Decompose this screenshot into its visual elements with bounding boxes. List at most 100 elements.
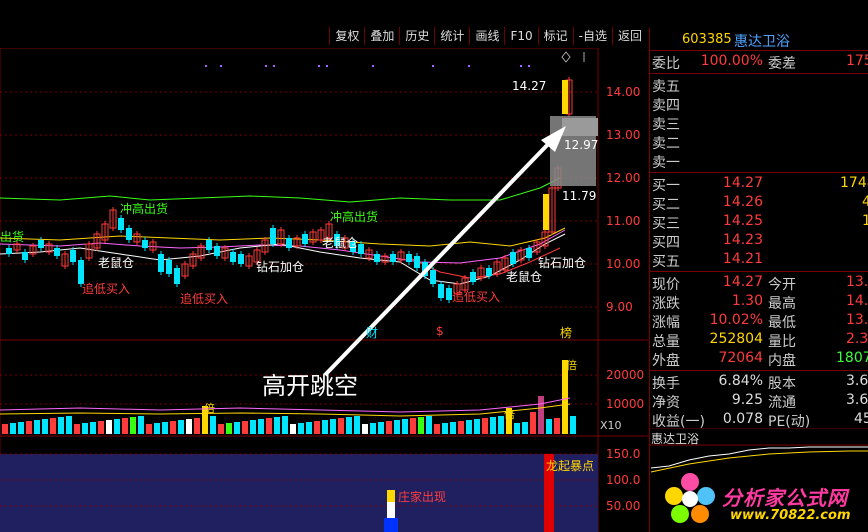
zhuidi-label-2: 追低买入: [180, 292, 229, 306]
zhuangjia-bar-white: [387, 502, 395, 518]
price-axis: 14.00 13.00 12.00 11.00 10.00 9.00: [606, 85, 640, 314]
jinkai-label: 今开: [768, 277, 796, 293]
candle-body-down: [406, 254, 412, 262]
buy-4-row: 买四 14.23: [650, 232, 868, 251]
candle-limit-up-1: [543, 194, 549, 230]
zhangfu-label: 涨幅: [652, 315, 680, 331]
volume-bar: [490, 417, 496, 434]
volume-bar: [450, 422, 456, 434]
liangbi-value: 2.3: [846, 331, 868, 347]
volume-bar: [74, 424, 80, 434]
laoshu-label-1: 老鼠仓: [98, 256, 135, 270]
volume-bar: [274, 417, 280, 434]
volume-bar: [98, 421, 104, 434]
longqi-label: 龙起暴点: [546, 459, 595, 473]
button-tongji[interactable]: 统计: [434, 27, 469, 45]
button-fanhui[interactable]: 返回: [611, 27, 647, 45]
zhuangjia-bar-blue: [384, 518, 398, 532]
candle-body-down: [486, 268, 492, 276]
huanshou-label: 换手: [652, 376, 680, 392]
neipan-value: 18074: [836, 350, 868, 366]
separator: [650, 370, 868, 371]
stat-row-6: 换手 6.84% 股本 3.69: [650, 373, 868, 392]
liangbi-label: 量比: [768, 334, 796, 350]
sell-2-label: 卖二: [652, 136, 680, 152]
chonggao-label-1: 冲高出货: [120, 202, 169, 216]
candle-body-down: [414, 256, 420, 268]
button-huaxian[interactable]: 画线: [469, 27, 504, 45]
price-tick-label: 10.00: [606, 257, 640, 271]
ma-line-green: [0, 177, 561, 203]
kline-chart-area[interactable]: 14.00 13.00 12.00 11.00 10.00 9.00 20000 10000…: [0, 48, 648, 532]
volume-bar: [538, 396, 544, 434]
liutong-value: 3.69: [846, 392, 868, 408]
price-tick-label: 14.00: [606, 85, 640, 99]
gap-mid-label-1: 12.97: [564, 138, 599, 152]
separator: [650, 50, 868, 51]
volume-tick-label: 20000: [606, 368, 644, 382]
volume-bar: [106, 420, 112, 434]
separator: [650, 271, 868, 272]
volume-bar: [394, 420, 400, 434]
volume-bar: [10, 423, 16, 434]
stat-row-2: 涨跌 1.30 最高 14.2: [650, 293, 868, 312]
zuidi-label: 最低: [768, 315, 796, 331]
volume-bar: [530, 412, 536, 434]
stock-name: 惠达卫浴: [734, 34, 790, 50]
buy-2-row: 买二 14.26 4: [650, 194, 868, 213]
diamond-icon[interactable]: [561, 51, 571, 63]
stat-row-3: 涨幅 10.02% 最低 13.4: [650, 312, 868, 331]
volume-bar: [138, 416, 144, 434]
volume-axis: 20000 10000: [606, 368, 644, 411]
volume-tick-label: 10000: [606, 397, 644, 411]
button-f10[interactable]: F10: [504, 27, 537, 45]
high-price-label: 14.27: [512, 79, 547, 93]
button-biaoji[interactable]: 标记: [537, 27, 573, 45]
candle-body-down: [118, 218, 124, 230]
candle-body-down: [470, 272, 476, 282]
zuigao-value: 14.2: [846, 293, 868, 309]
candle-body-down: [214, 246, 220, 256]
button-fuquan[interactable]: 复权: [329, 27, 364, 45]
candle-body-down: [270, 228, 276, 244]
buy-5-price: 14.21: [722, 251, 763, 267]
gap-up-caption: 高开跳空: [262, 372, 358, 400]
sell-3-label: 卖三: [652, 117, 680, 133]
volume-bar: [114, 419, 120, 434]
candle-body-down: [238, 254, 244, 264]
volume-bar: [378, 422, 384, 434]
candle-body-down: [126, 228, 132, 240]
weicha-value: 1751: [846, 53, 868, 69]
candle-body-down: [526, 248, 532, 258]
button-diejia[interactable]: 叠加: [364, 27, 399, 45]
volume-bar: [418, 417, 424, 434]
buy-1-label: 买一: [652, 178, 680, 194]
laoshu-label-2: 老鼠仓: [322, 236, 359, 250]
volume-bar: [554, 418, 560, 434]
top-dots: [205, 65, 530, 67]
zuanshi-label-1: 钻石加仓: [256, 260, 305, 274]
volume-bar: [386, 421, 392, 434]
bei-label-3: 倍: [566, 359, 577, 372]
toolbar: 复权 叠加 历史 统计 画线 F10 标记 -自选 返回: [0, 0, 648, 48]
button-lishi[interactable]: 历史: [399, 27, 434, 45]
volume-bar: [122, 418, 128, 434]
volume-bar: [186, 419, 192, 434]
zhangfu-value: 10.02%: [709, 312, 763, 328]
button-zixuan[interactable]: -自选: [572, 27, 612, 45]
buy-3-volume: 1: [862, 213, 868, 229]
volume-bar: [426, 416, 432, 434]
dollar-marker: $: [436, 324, 444, 338]
jinkai-value: 13.9: [846, 274, 868, 290]
price-tick-label: 12.00: [606, 171, 640, 185]
neipan-label: 内盘: [768, 353, 796, 369]
volume-bar: [90, 422, 96, 434]
indicator-tick-label: 100.0: [606, 473, 640, 487]
price-tick-label: 9.00: [606, 300, 633, 314]
candle-body-down: [142, 240, 148, 248]
buy-3-label: 买三: [652, 216, 680, 232]
zuanshi-label-2: 钻石加仓: [538, 256, 587, 270]
sell-5-row: 卖五: [650, 76, 868, 95]
volume-bar: [482, 418, 488, 434]
bang-marker: 榜: [560, 326, 573, 340]
